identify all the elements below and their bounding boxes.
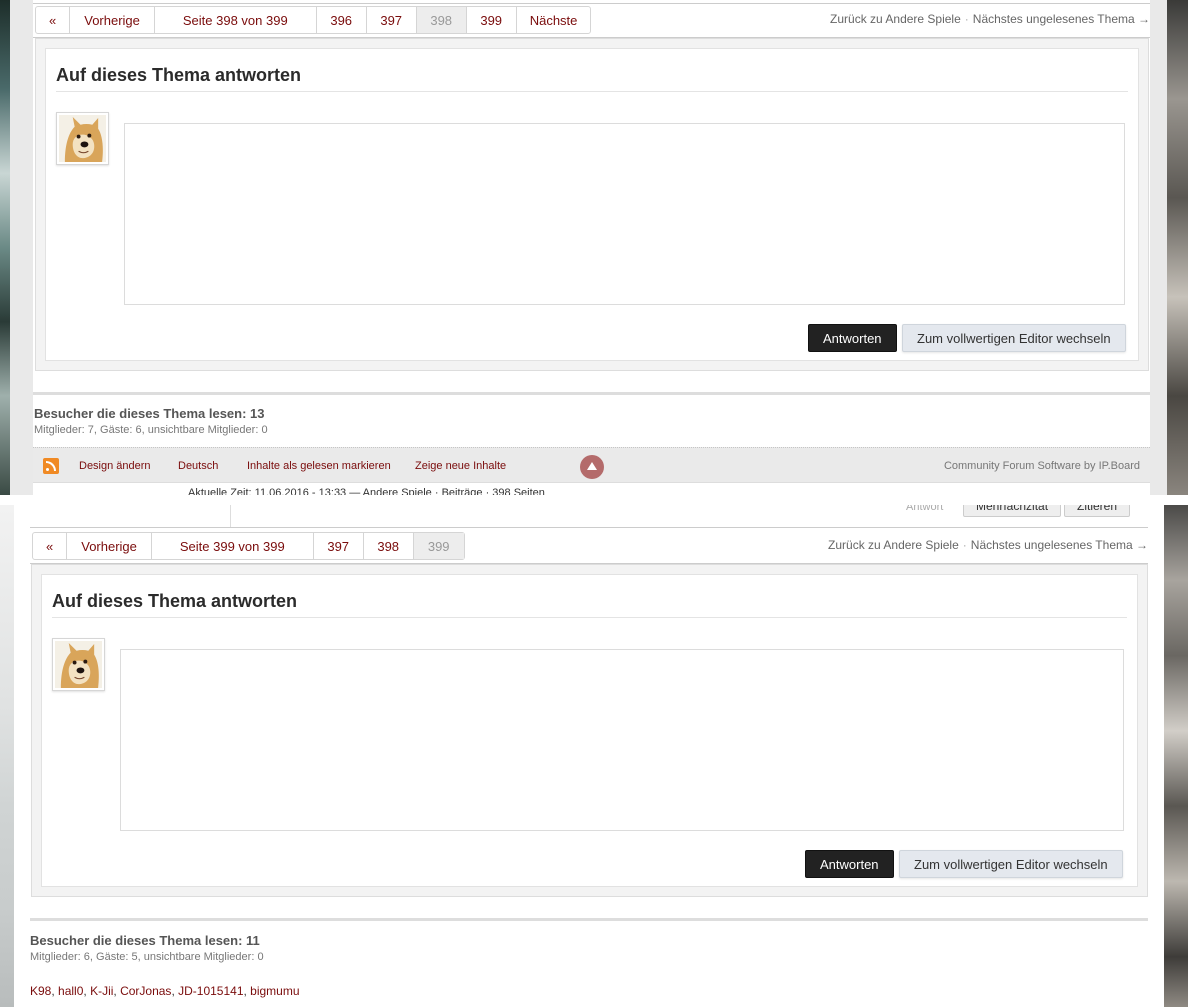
back-to-top-icon[interactable] <box>580 455 604 479</box>
previous-post-controls: Antwort Mehrfachzitat Zitieren <box>30 505 1148 527</box>
pagination-prev[interactable]: Vorherige <box>67 533 152 559</box>
pagination-page-396[interactable]: 396 <box>317 7 367 33</box>
viewers-list: K98, hall0, K-Jii, CorJonas, JD-1015141,… <box>30 984 300 998</box>
mark-read-link[interactable]: Inhalte als gelesen markieren <box>247 460 391 472</box>
avatar <box>52 638 105 691</box>
viewers-title: Besucher die dieses Thema lesen: 13 <box>34 406 265 421</box>
topic-page-399: Antwort Mehrfachzitat Zitieren « Vorheri… <box>30 505 1148 1007</box>
doge-avatar-icon <box>55 641 102 688</box>
viewer-link[interactable]: K98 <box>30 984 51 998</box>
pagination-page-399[interactable]: 399 <box>467 7 517 33</box>
reply-editor[interactable] <box>120 649 1124 831</box>
nav-separator: · <box>964 12 969 26</box>
pagination-page-397[interactable]: 397 <box>314 533 364 559</box>
viewers-subtitle: Mitglieder: 6, Gäste: 5, unsichtbare Mit… <box>30 951 264 963</box>
pagination-first[interactable]: « <box>36 7 71 33</box>
nav-separator: · <box>962 538 967 552</box>
screenshot-gap <box>0 495 1188 505</box>
pagination-page-399: 399 <box>413 533 464 559</box>
divider <box>33 392 1150 395</box>
divider <box>230 505 231 527</box>
pagination-page-397[interactable]: 397 <box>367 7 417 33</box>
avatar <box>56 112 109 165</box>
quote-button[interactable]: Zitieren <box>1064 505 1131 517</box>
full-editor-button[interactable]: Zum vollwertigen Editor wechseln <box>899 850 1123 878</box>
viewer-link[interactable]: hall0 <box>58 984 83 998</box>
change-theme-link[interactable]: Design ändern <box>79 460 151 472</box>
next-unread-topic-link[interactable]: Nächstes ungelesenes Thema → <box>971 538 1148 552</box>
topic-navigation: Zurück zu Andere Spiele · Nächstes ungeles… <box>828 538 1148 552</box>
doge-avatar-icon <box>59 115 106 162</box>
pagination: « Vorherige Seite 398 von 399 396 397 39… <box>35 6 592 34</box>
viewer-link[interactable]: CorJonas <box>120 984 171 998</box>
pagination-next[interactable]: Nächste <box>517 7 591 33</box>
reply-box: Auf dieses Thema antworten Antworten Zum… <box>35 38 1149 371</box>
viewers-title: Besucher die dieses Thema lesen: 11 <box>30 933 260 948</box>
footer-meta-text: Aktuelle Zeit: 11.06.2016 - 13:33 — Ande… <box>188 487 545 495</box>
back-to-forum-link[interactable]: Zurück zu Andere Spiele <box>828 538 959 552</box>
topic-page-398: « Vorherige Seite 398 von 399 396 397 39… <box>33 0 1150 495</box>
reply-box-inner: Auf dieses Thema antworten Antworten Zum… <box>45 48 1139 361</box>
pagination-page-info[interactable]: Seite 398 von 399 <box>155 7 317 33</box>
viewer-link[interactable]: bigmumu <box>250 984 299 998</box>
pagination-prev[interactable]: Vorherige <box>70 7 155 33</box>
language-link[interactable]: Deutsch <box>178 460 218 472</box>
back-to-forum-link[interactable]: Zurück zu Andere Spiele <box>830 12 961 26</box>
divider <box>33 3 1150 4</box>
background-gutter-right <box>1150 0 1167 495</box>
background-gutter-left <box>10 0 33 495</box>
rss-icon[interactable] <box>43 458 59 474</box>
pagination-page-398: 398 <box>416 7 467 33</box>
powered-by: Community Forum Software by IP.Board <box>943 460 1140 472</box>
viewer-link[interactable]: K-Jii <box>90 984 113 998</box>
reply-title: Auf dieses Thema antworten <box>52 591 298 611</box>
reply-title: Auf dieses Thema antworten <box>56 65 302 85</box>
divider <box>52 617 1127 618</box>
reply-label: Antwort <box>906 505 944 513</box>
background-image-right <box>1167 0 1188 495</box>
full-editor-button[interactable]: Zum vollwertigen Editor wechseln <box>902 324 1126 352</box>
pagination-page-398[interactable]: 398 <box>364 533 414 559</box>
pagination-first[interactable]: « <box>33 533 68 559</box>
pagination: « Vorherige Seite 399 von 399 397 398 39… <box>32 532 465 560</box>
background-image-right-lower <box>1164 505 1188 1007</box>
background-gutter-right-lower <box>1148 505 1164 1007</box>
next-unread-topic-link[interactable]: Nächstes ungelesenes Thema → <box>973 12 1150 26</box>
topic-navigation: Zurück zu Andere Spiele · Nächstes ungeles… <box>830 12 1150 26</box>
reply-box: Auf dieses Thema antworten Antworten Zum… <box>31 564 1148 897</box>
multi-quote-button[interactable]: Mehrfachzitat <box>963 505 1062 517</box>
divider <box>30 918 1148 921</box>
reply-editor[interactable] <box>124 123 1125 305</box>
reply-box-inner: Auf dieses Thema antworten Antworten Zum… <box>41 574 1138 887</box>
background-image-left <box>0 0 10 495</box>
viewer-link[interactable]: JD-1015141 <box>178 984 243 998</box>
footer-bar: Design ändern Deutsch Inhalte als gelese… <box>33 447 1150 483</box>
submit-reply-button[interactable]: Antworten <box>808 324 897 352</box>
divider <box>30 527 1148 528</box>
submit-reply-button[interactable]: Antworten <box>805 850 894 878</box>
viewers-subtitle: Mitglieder: 7, Gäste: 6, unsichtbare Mit… <box>34 424 268 436</box>
background-image-left-lower <box>0 505 14 1007</box>
pagination-page-info[interactable]: Seite 399 von 399 <box>152 533 314 559</box>
new-content-link[interactable]: Zeige neue Inhalte <box>415 460 506 472</box>
divider <box>56 91 1128 92</box>
